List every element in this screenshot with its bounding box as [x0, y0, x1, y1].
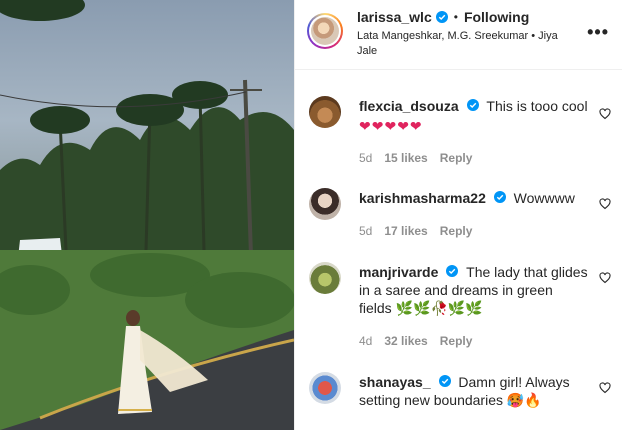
verified-badge-icon — [438, 375, 451, 387]
commenter-username[interactable]: shanayas_ — [359, 374, 431, 390]
more-horizontal-icon[interactable]: ••• — [587, 22, 609, 43]
commenter-username[interactable]: manjrivarde — [359, 264, 438, 280]
comment-emojis: ❤❤❤❤❤ — [359, 118, 423, 134]
post-header: larissa_wlc • Following Lata Mangeshkar,… — [295, 0, 622, 70]
comment-age: 5d — [359, 224, 373, 238]
comment-meta: 5d 17 likes Reply — [359, 224, 472, 238]
commenter-username[interactable]: flexcia_dsouza — [359, 98, 459, 114]
reply-button[interactable]: Reply — [440, 224, 473, 238]
reel-video[interactable] — [0, 0, 294, 430]
reply-button[interactable]: Reply — [440, 151, 473, 165]
verified-badge-icon — [446, 265, 459, 277]
comment-age: 4d — [359, 334, 373, 348]
comment-emojis: 🌿🌿🥀🌿🌿 — [395, 300, 483, 316]
heart-outline-icon[interactable] — [599, 198, 611, 210]
comment-text: Wowwww — [513, 190, 575, 206]
comment-meta: 5d 15 likes Reply — [359, 151, 472, 165]
comment-likes[interactable]: 15 likes — [384, 151, 427, 165]
following-button[interactable]: Following — [464, 9, 529, 25]
comment-likes[interactable]: 32 likes — [384, 334, 427, 348]
commenter-avatar[interactable] — [309, 96, 341, 128]
verified-badge-icon — [435, 11, 448, 23]
reply-button[interactable]: Reply — [440, 334, 473, 348]
comment-emojis: 🥵🔥 — [506, 392, 542, 408]
verified-badge-icon — [466, 99, 479, 111]
commenter-avatar[interactable] — [309, 262, 341, 294]
comment-likes[interactable]: 17 likes — [384, 224, 427, 238]
heart-outline-icon[interactable] — [599, 272, 611, 284]
separator-dot: • — [453, 10, 458, 24]
heart-outline-icon[interactable] — [599, 108, 611, 120]
author-username[interactable]: larissa_wlc — [357, 9, 432, 25]
commenter-avatar[interactable] — [309, 188, 341, 220]
commenter-avatar[interactable] — [309, 372, 341, 404]
commenter-username[interactable]: karishmasharma22 — [359, 190, 486, 206]
reel-video-frame — [0, 0, 294, 430]
author-line: larissa_wlc • Following — [357, 8, 529, 26]
comment-text: This is tooo cool — [486, 98, 588, 114]
comments-panel: larissa_wlc • Following Lata Mangeshkar,… — [294, 0, 622, 430]
verified-badge-icon — [493, 191, 506, 203]
comment-age: 5d — [359, 151, 373, 165]
heart-outline-icon[interactable] — [599, 382, 611, 394]
author-avatar[interactable] — [307, 13, 343, 49]
comment-meta: 4d 32 likes Reply — [359, 334, 472, 348]
audio-attribution[interactable]: Lata Mangeshkar, M.G. Sreekumar • Jiya J… — [357, 29, 579, 59]
